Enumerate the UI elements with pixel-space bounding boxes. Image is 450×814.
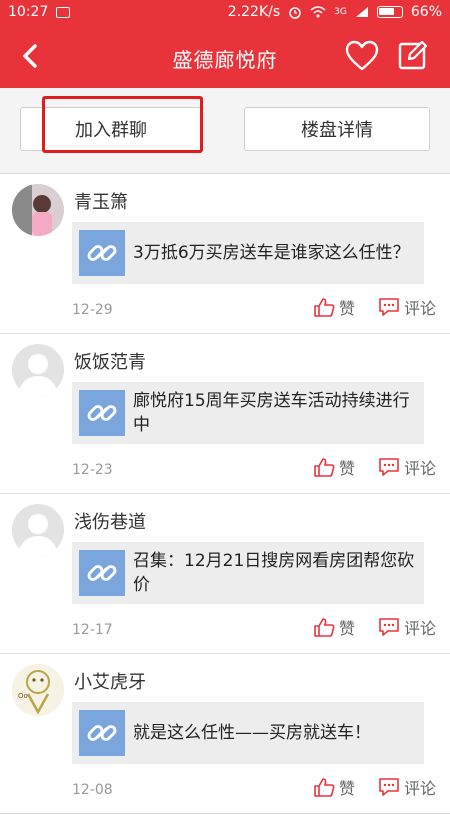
post-date: 12-08: [72, 782, 113, 798]
post-date: 12-17: [72, 622, 113, 638]
avatar[interactable]: [12, 344, 64, 396]
comment-label: 评论: [404, 779, 437, 798]
like-label: 赞: [339, 459, 356, 478]
comment-icon: [379, 778, 399, 796]
default-avatar-icon: [12, 344, 64, 396]
battery-percent: 66%: [410, 4, 442, 20]
thumbs-up-icon: [314, 458, 335, 477]
author-name[interactable]: 青玉箫: [74, 188, 128, 214]
net-speed: 2.22K/s: [227, 4, 281, 20]
thumbs-up-icon: [314, 618, 335, 637]
thumbs-up-icon: [314, 298, 335, 317]
post-item: 青玉箫 3万抵6万买房送车是谁家这么任性？ 12-29 赞 评论: [0, 174, 450, 334]
like-button[interactable]: 赞: [313, 615, 355, 639]
signal-icon: [355, 7, 368, 17]
link-title: 廊悦府15周年买房送车活动持续进行中: [133, 391, 410, 435]
post-date: 12-29: [72, 302, 113, 318]
svg-text:Oo: Oo: [18, 692, 28, 700]
avatar[interactable]: [12, 184, 64, 236]
like-label: 赞: [339, 779, 356, 798]
like-button[interactable]: 赞: [313, 775, 355, 799]
comment-icon: [379, 618, 399, 636]
comment-label: 评论: [404, 619, 437, 638]
battery-icon: [376, 6, 403, 18]
heart-icon: [345, 40, 379, 71]
link-title: 3万抵6万买房送车是谁家这么任性？: [133, 243, 410, 263]
page-title: 盛德廊悦府: [172, 48, 278, 72]
like-button[interactable]: 赞: [313, 295, 355, 319]
author-name[interactable]: 小艾虎牙: [74, 668, 146, 694]
comment-label: 评论: [404, 459, 437, 478]
link-thumbnail: [79, 550, 125, 596]
link-thumbnail: [79, 710, 125, 756]
network-type: 3G: [334, 7, 347, 17]
avatar[interactable]: [12, 504, 64, 556]
edit-icon: [398, 40, 428, 70]
comment-button[interactable]: 评论: [378, 295, 436, 319]
comment-button[interactable]: 评论: [378, 615, 436, 639]
default-avatar-icon: [12, 504, 64, 556]
notification-icon: [56, 6, 71, 18]
link-card[interactable]: 3万抵6万买房送车是谁家这么任性？: [72, 222, 424, 284]
post-item: 浅伤巷道 召集：12月21日搜房网看房团帮您砍价 12-17 赞 评论: [0, 494, 450, 654]
link-title: 就是这么任性——买房就送车！: [133, 723, 371, 743]
app-header: 盛德廊悦府: [0, 24, 450, 88]
cartoon-avatar-icon: Oo: [12, 664, 64, 716]
post-item: 饭饭范青 廊悦府15周年买房送车活动持续进行中 12-23 赞 评论: [0, 334, 450, 494]
like-label: 赞: [339, 619, 356, 638]
post-feed: 青玉箫 3万抵6万买房送车是谁家这么任性？ 12-29 赞 评论 饭饭范青 廊悦…: [0, 174, 450, 814]
author-name[interactable]: 饭饭范青: [74, 348, 146, 374]
favorite-button[interactable]: [345, 40, 379, 72]
edit-button[interactable]: [397, 39, 429, 71]
link-card[interactable]: 廊悦府15周年买房送车活动持续进行中: [72, 382, 424, 444]
link-icon: [87, 245, 117, 261]
comment-icon: [379, 458, 399, 476]
link-icon: [87, 565, 117, 581]
link-icon: [87, 725, 117, 741]
thumbs-up-icon: [314, 778, 335, 797]
link-thumbnail: [79, 390, 125, 436]
property-details-button[interactable]: 楼盘详情: [244, 107, 430, 151]
link-card[interactable]: 就是这么任性——买房就送车！: [72, 702, 424, 764]
comment-label: 评论: [404, 299, 437, 318]
link-thumbnail: [79, 230, 125, 276]
link-icon: [87, 405, 117, 421]
comment-button[interactable]: 评论: [378, 775, 436, 799]
avatar[interactable]: Oo: [12, 664, 64, 716]
author-name[interactable]: 浅伤巷道: [74, 508, 146, 534]
alarm-icon: [289, 7, 301, 19]
comment-icon: [379, 298, 399, 316]
like-label: 赞: [339, 299, 356, 318]
status-time: 10:27: [8, 4, 49, 20]
comment-button[interactable]: 评论: [378, 455, 436, 479]
status-bar: 10:27 2.22K/s 3G 66%: [0, 0, 450, 24]
post-item: Oo 小艾虎牙 就是这么任性——买房就送车！ 12-08 赞 评论: [0, 654, 450, 814]
wifi-icon: [310, 6, 326, 18]
like-button[interactable]: 赞: [313, 455, 355, 479]
highlight-box: [42, 96, 203, 153]
user-photo-icon: [12, 184, 64, 236]
post-date: 12-23: [72, 462, 113, 478]
link-title: 召集：12月21日搜房网看房团帮您砍价: [133, 551, 415, 595]
link-card[interactable]: 召集：12月21日搜房网看房团帮您砍价: [72, 542, 424, 604]
